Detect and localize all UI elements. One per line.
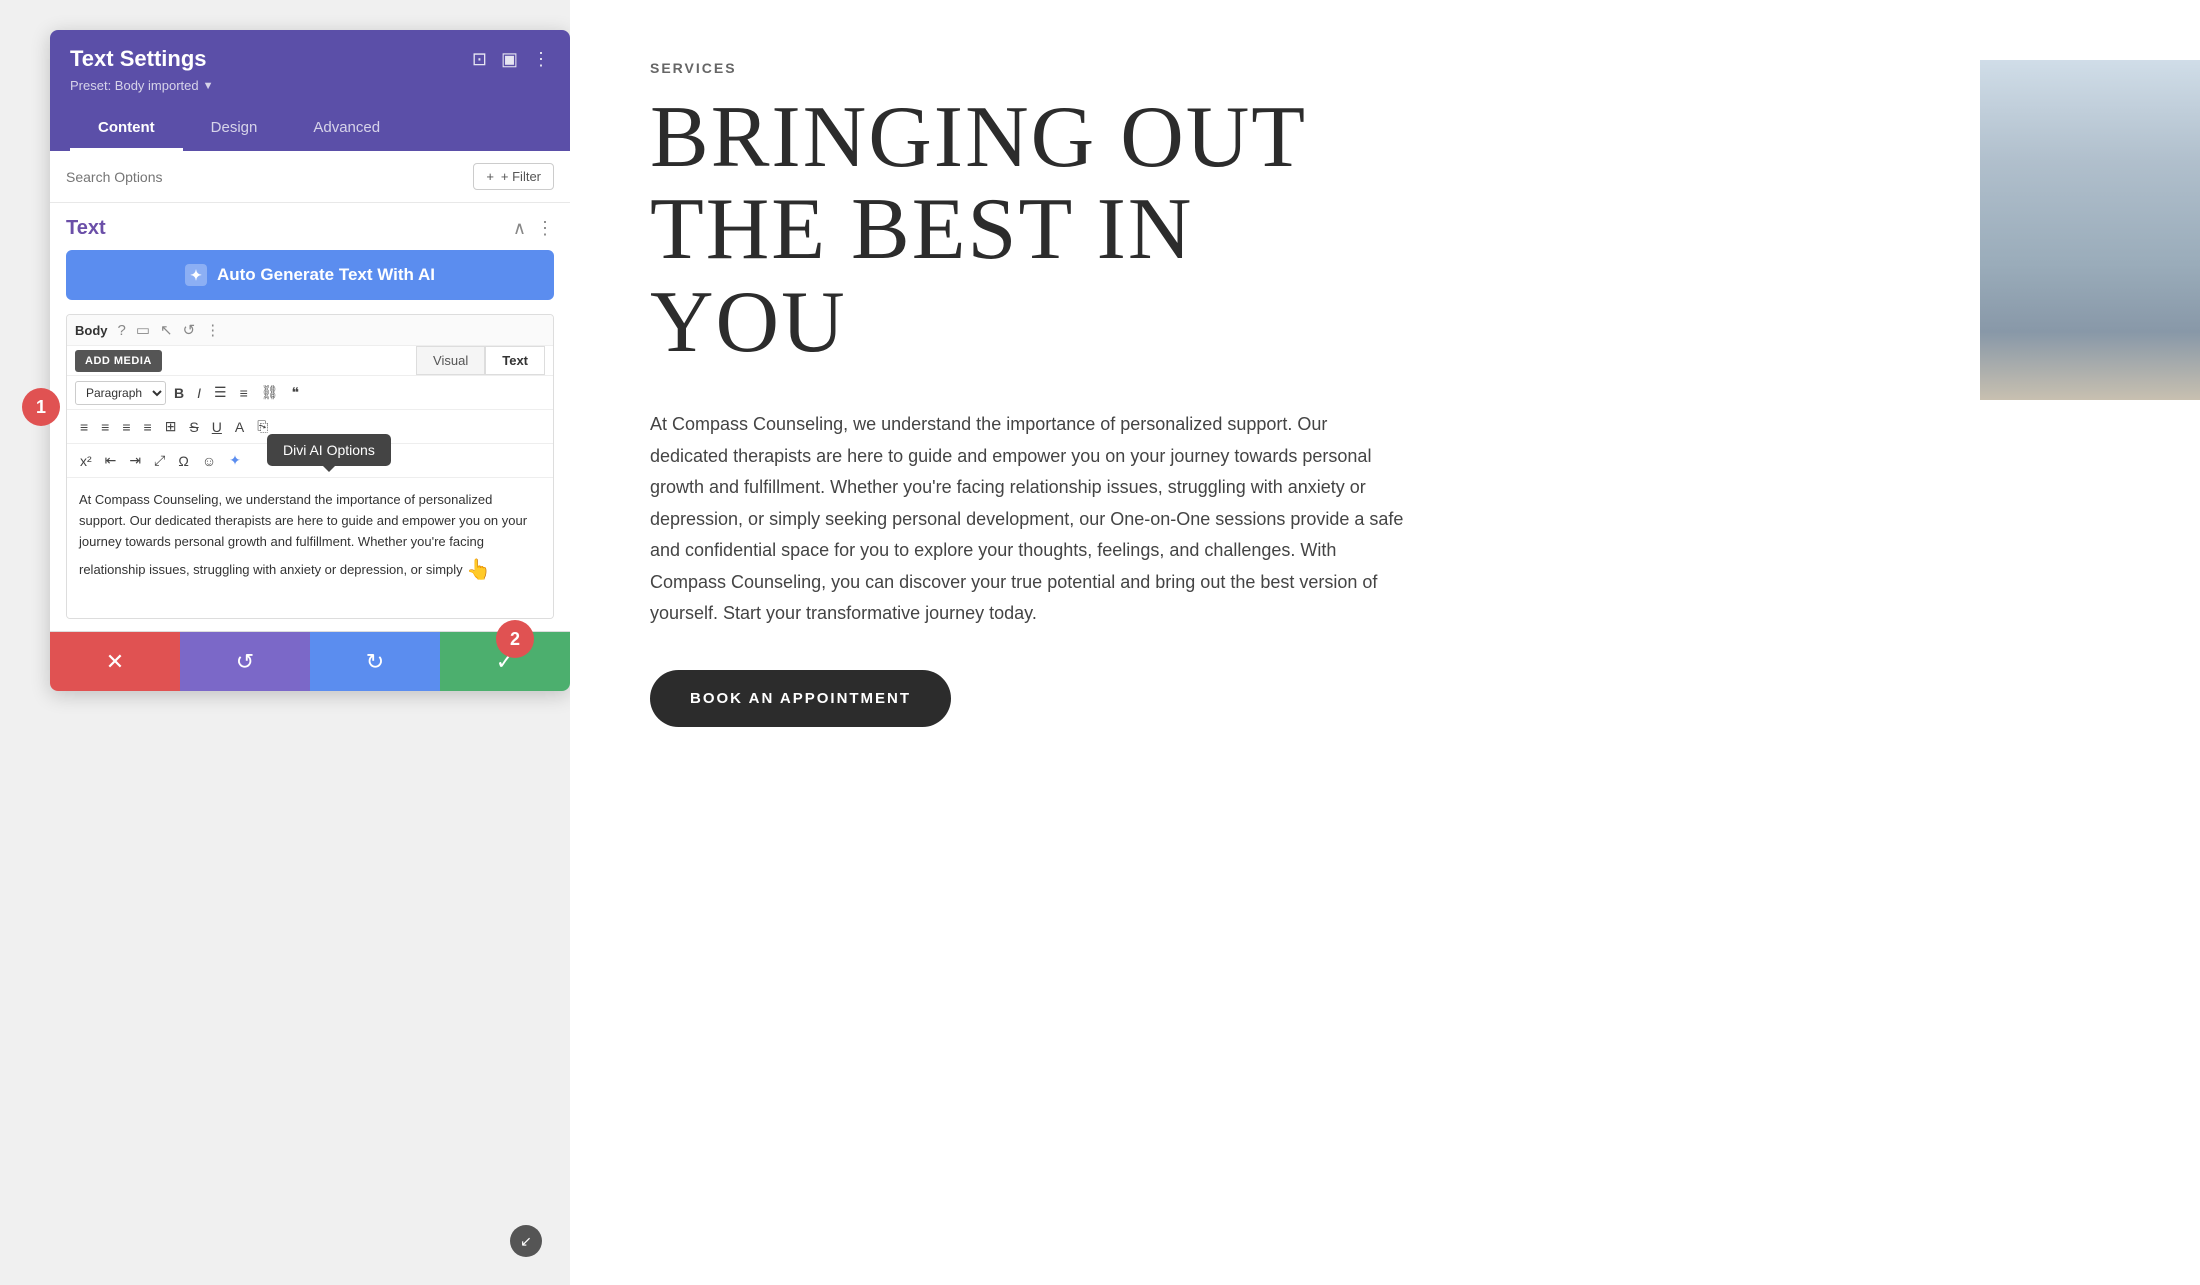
align-right-button[interactable]: ≡ — [117, 415, 135, 439]
undo-button[interactable]: ↺ — [180, 632, 310, 691]
ordered-list-button[interactable]: ≡ — [235, 381, 253, 405]
section-body: Text ∧ ⋮ ✦ Auto Generate Text With AI Bo… — [50, 203, 570, 631]
help-icon[interactable]: ? — [118, 322, 126, 339]
paragraph-select[interactable]: Paragraph Heading 1 Heading 2 — [75, 381, 166, 405]
search-row: + + Filter — [50, 151, 570, 203]
preset-label: Preset: Body imported ▼ — [70, 78, 550, 93]
tab-advanced[interactable]: Advanced — [285, 107, 408, 151]
more-icon[interactable]: ⋮ — [532, 49, 550, 70]
layout-icon[interactable]: ▣ — [501, 49, 518, 70]
cursor-icon[interactable]: ↖ — [160, 321, 173, 339]
panel-header-icons: ⊡ ▣ ⋮ — [472, 49, 550, 70]
filter-button[interactable]: + + Filter — [473, 163, 554, 190]
editor-tabs-row: ADD MEDIA Visual Text — [67, 346, 553, 376]
toolbar-row-3: x² ⇤ ⇥ ⤢ Ω ☺ ✦ Divi AI Options ↔ — [67, 444, 553, 478]
editor-meta-bar: Body ? ▭ ↖ ↺ ⋮ — [67, 315, 553, 346]
collapse-icon[interactable]: ∧ — [513, 218, 526, 239]
strikethrough-button[interactable]: S — [184, 415, 203, 439]
redo-button[interactable]: ↻ — [310, 632, 440, 691]
heading-line-3: YOU — [650, 277, 2120, 369]
special-char-button[interactable]: Ω — [173, 449, 193, 473]
main-content: SERVICES BRINGING OUT THE BEST IN YOU At… — [570, 0, 2200, 1285]
align-justify-button[interactable]: ≡ — [139, 415, 157, 439]
hero-image-inner — [1980, 60, 2200, 400]
section-actions: ∧ ⋮ — [513, 218, 554, 239]
editor-tab-visual[interactable]: Visual — [416, 346, 485, 375]
hero-image — [1980, 60, 2200, 400]
heading-line-1: BRINGING OUT — [650, 92, 2120, 184]
undo-icon[interactable]: ↺ — [183, 321, 196, 339]
meta-more-icon[interactable]: ⋮ — [205, 321, 220, 339]
indent-more-button[interactable]: ⇥ — [124, 448, 146, 473]
heading-line-2: THE BEST IN — [650, 184, 2120, 276]
section-title: Text — [66, 217, 106, 240]
cancel-button[interactable]: ✕ — [50, 632, 180, 691]
align-center-button[interactable]: ≡ — [96, 415, 114, 439]
ai-generate-button[interactable]: ✦ Auto Generate Text With AI — [66, 250, 554, 300]
table-button[interactable]: ⊞ — [160, 414, 182, 439]
settings-panel: Text Settings ⊡ ▣ ⋮ Preset: Body importe… — [50, 30, 570, 691]
align-left-button[interactable]: ≡ — [75, 415, 93, 439]
unordered-list-button[interactable]: ☰ — [209, 380, 232, 405]
panel-header: Text Settings ⊡ ▣ ⋮ Preset: Body importe… — [50, 30, 570, 151]
ai-icon: ✦ — [185, 264, 207, 286]
step-1-circle: 1 — [22, 388, 60, 426]
body-style-label: Body — [75, 323, 108, 338]
panel-tabs: Content Design Advanced — [70, 107, 550, 151]
step-2-circle: 2 — [496, 620, 534, 658]
editor-area: Body ? ▭ ↖ ↺ ⋮ ADD MEDIA Visual Text — [66, 314, 554, 619]
services-label: SERVICES — [650, 60, 2120, 76]
italic-button[interactable]: I — [192, 381, 206, 405]
emoji-button[interactable]: ☺ — [197, 449, 221, 473]
panel-header-top: Text Settings ⊡ ▣ ⋮ — [70, 46, 550, 72]
font-color-button[interactable]: A — [230, 415, 249, 439]
toolbar-row-1: Paragraph Heading 1 Heading 2 B I ☰ ≡ ⛓ … — [67, 376, 553, 410]
editor-tab-group: Visual Text — [416, 346, 545, 375]
cta-button[interactable]: BOOK AN APPOINTMENT — [650, 670, 951, 727]
preset-arrow[interactable]: ▼ — [203, 80, 214, 92]
device-icon[interactable]: ▭ — [136, 321, 150, 339]
quote-button[interactable]: ❝ — [287, 380, 305, 405]
bold-button[interactable]: B — [169, 381, 189, 405]
body-text: At Compass Counseling, we understand the… — [650, 409, 1410, 630]
editor-content[interactable]: At Compass Counseling, we understand the… — [67, 478, 553, 618]
search-input[interactable] — [66, 169, 465, 185]
resize-handle[interactable]: ↙ — [510, 1225, 542, 1257]
focus-icon[interactable]: ⊡ — [472, 49, 487, 70]
cursor-pointer: 👆 — [466, 554, 491, 586]
underline-button[interactable]: U — [207, 415, 227, 439]
panel-title: Text Settings — [70, 46, 207, 72]
ai-options-button[interactable]: ✦ — [224, 448, 246, 473]
add-media-button[interactable]: ADD MEDIA — [75, 350, 162, 372]
editor-tab-text[interactable]: Text — [485, 346, 545, 375]
ai-options-tooltip: Divi AI Options — [267, 434, 391, 466]
superscript-button[interactable]: x² — [75, 449, 97, 473]
section-header: Text ∧ ⋮ — [66, 203, 554, 250]
section-more-icon[interactable]: ⋮ — [536, 218, 554, 239]
fullscreen-button[interactable]: ⤢ — [149, 448, 170, 473]
link-button[interactable]: ⛓ — [256, 380, 284, 405]
tab-design[interactable]: Design — [183, 107, 286, 151]
main-heading: BRINGING OUT THE BEST IN YOU — [650, 92, 2120, 369]
indent-less-button[interactable]: ⇤ — [100, 448, 122, 473]
panel-footer: ✕ ↺ ↻ ✓ — [50, 631, 570, 691]
tab-content[interactable]: Content — [70, 107, 183, 151]
filter-plus: + — [486, 169, 494, 184]
